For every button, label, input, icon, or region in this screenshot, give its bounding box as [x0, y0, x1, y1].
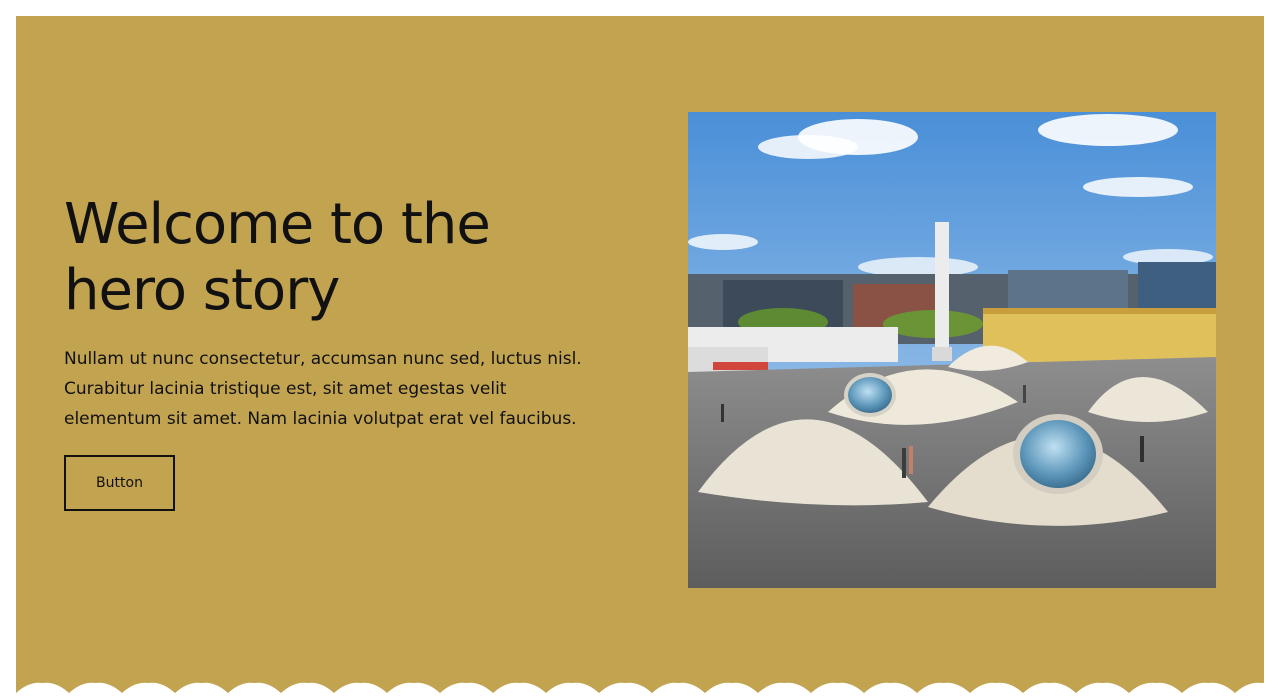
hero-section: Welcome to the hero story Nullam ut nunc… [16, 16, 1264, 699]
plaza-photo-icon [688, 112, 1216, 588]
hero-description: Nullam ut nunc consectetur, accumsan nun… [64, 349, 582, 429]
wave-divider [16, 682, 1264, 699]
hero-button[interactable]: Button [64, 455, 175, 511]
hero-content: Welcome to the hero story Nullam ut nunc… [64, 192, 624, 434]
hero-image [688, 112, 1216, 588]
hero-title: Welcome to the hero story [64, 192, 491, 323]
